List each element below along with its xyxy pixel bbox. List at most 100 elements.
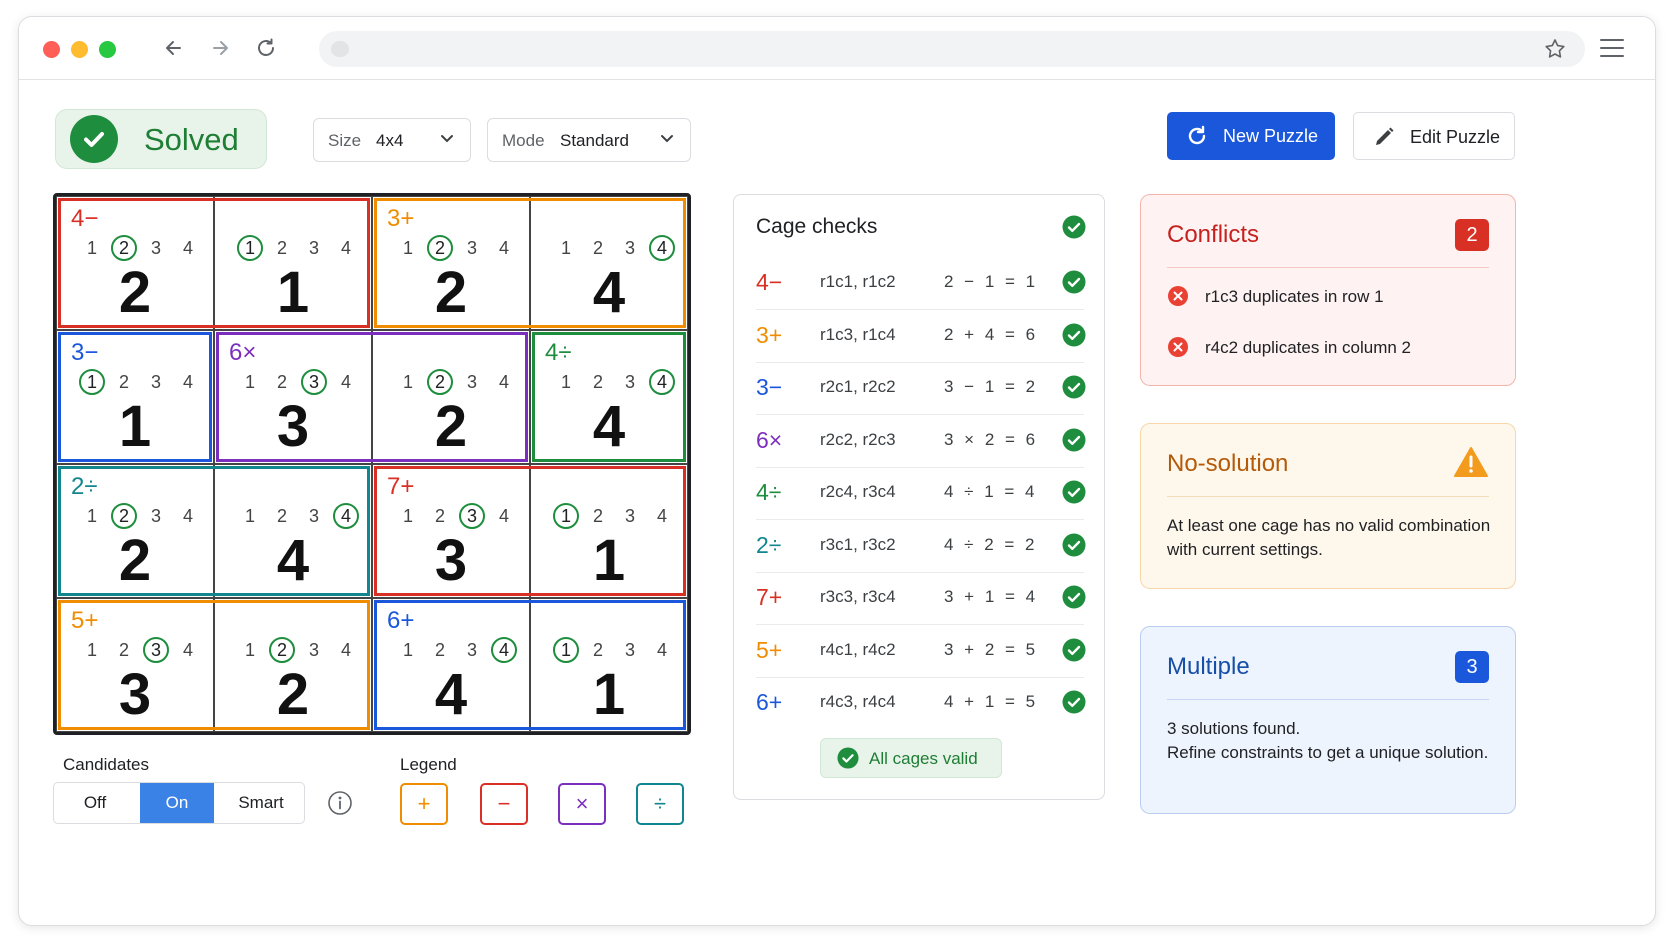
candidate-number[interactable]: 4 — [491, 637, 517, 663]
board-cell[interactable]: 2÷ 1 2 3 4 2 — [56, 464, 214, 598]
candidate-number[interactable]: 1 — [237, 637, 263, 663]
reload-icon[interactable] — [249, 31, 283, 65]
candidate-number[interactable]: 1 — [553, 369, 579, 395]
candidate-number[interactable]: 4 — [649, 503, 675, 529]
board-cell[interactable]: 12342 — [372, 330, 530, 464]
candidate-number[interactable]: 3 — [301, 503, 327, 529]
candidate-number[interactable]: 3 — [459, 503, 485, 529]
candidate-number[interactable]: 3 — [459, 235, 485, 261]
candidate-number[interactable]: 2 — [427, 235, 453, 261]
board-cell[interactable]: 6× 1 2 3 4 3 — [214, 330, 372, 464]
candidate-number[interactable]: 1 — [553, 503, 579, 529]
board-cell[interactable]: 3+ 1 2 3 4 2 — [372, 196, 530, 330]
candidate-number[interactable]: 1 — [237, 235, 263, 261]
board-cell[interactable]: 4− 1 2 3 4 2 — [56, 196, 214, 330]
candidate-number[interactable]: 4 — [491, 235, 517, 261]
candidate-number[interactable]: 3 — [143, 235, 169, 261]
board-cell[interactable]: 4÷ 1 2 3 4 4 — [530, 330, 688, 464]
minimize-window-button[interactable] — [71, 41, 88, 58]
edit-puzzle-button[interactable]: Edit Puzzle — [1353, 112, 1515, 160]
forward-arrow-icon[interactable] — [203, 31, 237, 65]
candidate-number[interactable]: 2 — [269, 503, 295, 529]
candidate-number[interactable]: 3 — [301, 235, 327, 261]
candidate-number[interactable]: 4 — [491, 503, 517, 529]
back-arrow-icon[interactable] — [157, 31, 191, 65]
candidate-number[interactable]: 4 — [491, 369, 517, 395]
candidate-number[interactable]: 2 — [269, 235, 295, 261]
candidate-number[interactable]: 4 — [175, 369, 201, 395]
board-cell[interactable]: 6+ 1 2 3 4 4 — [372, 598, 530, 732]
candidate-number[interactable]: 4 — [333, 369, 359, 395]
candidate-number[interactable]: 1 — [237, 369, 263, 395]
candidate-number[interactable]: 4 — [175, 503, 201, 529]
candidate-number[interactable]: 4 — [649, 235, 675, 261]
candidate-number[interactable]: 1 — [395, 503, 421, 529]
candidate-number[interactable]: 1 — [79, 235, 105, 261]
close-window-button[interactable] — [43, 41, 60, 58]
new-puzzle-button[interactable]: New Puzzle — [1167, 112, 1335, 160]
candidate-number[interactable]: 2 — [427, 503, 453, 529]
candidate-number[interactable]: 3 — [143, 503, 169, 529]
maximize-window-button[interactable] — [99, 41, 116, 58]
candidate-number[interactable]: 4 — [175, 235, 201, 261]
candidate-number[interactable]: 3 — [143, 369, 169, 395]
candidates-smart-option[interactable]: Smart — [218, 783, 304, 823]
board-cell[interactable]: 7+ 1 2 3 4 3 — [372, 464, 530, 598]
candidate-number[interactable]: 4 — [175, 637, 201, 663]
candidate-number[interactable]: 1 — [553, 637, 579, 663]
bookmark-star-icon[interactable] — [1543, 37, 1567, 61]
candidate-number[interactable]: 2 — [427, 637, 453, 663]
candidate-number[interactable]: 1 — [395, 637, 421, 663]
candidate-number[interactable]: 4 — [333, 235, 359, 261]
board-cell[interactable]: 12341 — [530, 598, 688, 732]
board-cell[interactable]: 12344 — [530, 196, 688, 330]
candidate-number[interactable]: 3 — [143, 637, 169, 663]
candidate-number[interactable]: 2 — [585, 235, 611, 261]
board-cell[interactable]: 12344 — [214, 464, 372, 598]
address-bar[interactable] — [319, 31, 1585, 67]
candidate-number[interactable]: 2 — [111, 235, 137, 261]
candidate-list: 1234 — [539, 637, 679, 665]
candidate-number[interactable]: 1 — [553, 235, 579, 261]
candidate-number[interactable]: 3 — [617, 503, 643, 529]
candidate-number[interactable]: 2 — [111, 637, 137, 663]
candidate-number[interactable]: 3 — [459, 637, 485, 663]
candidate-number[interactable]: 3 — [617, 235, 643, 261]
candidate-number[interactable]: 4 — [333, 503, 359, 529]
candidate-number[interactable]: 1 — [79, 503, 105, 529]
candidate-number[interactable]: 1 — [395, 235, 421, 261]
candidate-number[interactable]: 1 — [237, 503, 263, 529]
mode-select[interactable]: Mode Standard — [487, 118, 691, 162]
board-cell[interactable]: 3− 1 2 3 4 1 — [56, 330, 214, 464]
candidate-number[interactable]: 3 — [459, 369, 485, 395]
candidate-number[interactable]: 2 — [585, 369, 611, 395]
check-icon — [70, 115, 118, 163]
candidate-number[interactable]: 1 — [79, 369, 105, 395]
candidate-number[interactable]: 4 — [649, 369, 675, 395]
board-cell[interactable]: 5+ 1 2 3 4 3 — [56, 598, 214, 732]
candidate-number[interactable]: 4 — [649, 637, 675, 663]
candidate-number[interactable]: 2 — [427, 369, 453, 395]
candidate-number[interactable]: 3 — [301, 637, 327, 663]
candidate-number[interactable]: 1 — [395, 369, 421, 395]
candidate-number[interactable]: 3 — [301, 369, 327, 395]
board-cell[interactable]: 12342 — [214, 598, 372, 732]
candidate-number[interactable]: 2 — [111, 503, 137, 529]
candidate-number[interactable]: 4 — [333, 637, 359, 663]
size-select[interactable]: Size 4x4 — [313, 118, 471, 162]
candidate-number[interactable]: 2 — [585, 637, 611, 663]
candidate-number[interactable]: 2 — [111, 369, 137, 395]
board-cell[interactable]: 12341 — [214, 196, 372, 330]
candidate-number[interactable]: 2 — [269, 369, 295, 395]
candidate-number[interactable]: 2 — [269, 637, 295, 663]
candidate-number[interactable]: 1 — [79, 637, 105, 663]
candidates-off-option[interactable]: Off — [54, 783, 136, 823]
menu-icon[interactable] — [1599, 37, 1625, 59]
info-icon[interactable] — [327, 790, 353, 816]
board-cell[interactable]: 12341 — [530, 464, 688, 598]
cage-label: 5+ — [71, 607, 99, 634]
candidates-on-option[interactable]: On — [140, 783, 214, 823]
candidate-number[interactable]: 2 — [585, 503, 611, 529]
candidate-number[interactable]: 3 — [617, 637, 643, 663]
candidate-number[interactable]: 3 — [617, 369, 643, 395]
